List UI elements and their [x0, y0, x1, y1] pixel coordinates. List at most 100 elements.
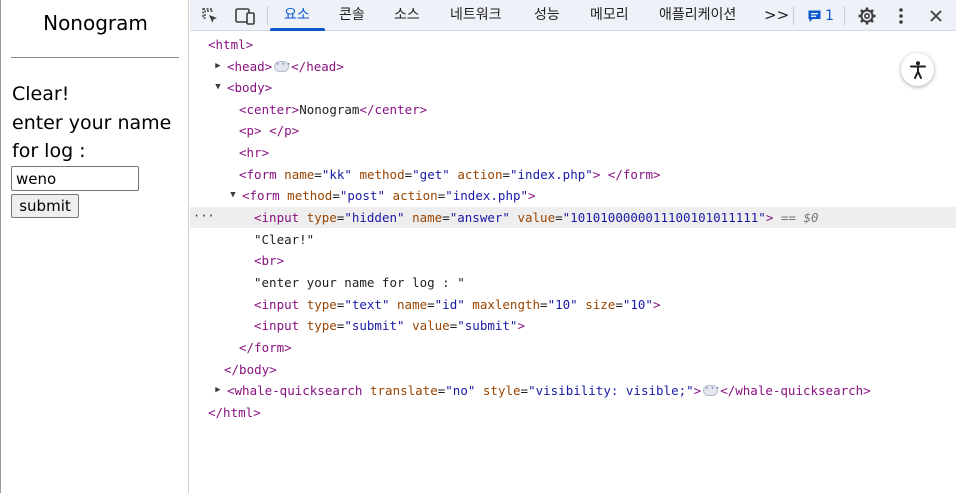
tag-end: > [765, 210, 774, 225]
attr-value: "index.php" [510, 167, 593, 182]
name-input[interactable] [11, 166, 139, 191]
collapsed-ellipsis-icon[interactable]: ··· [274, 61, 291, 72]
attr-name: name [284, 167, 315, 182]
tree-node-body[interactable]: ▼ <body> [190, 77, 956, 98]
issues-count: 1 [825, 7, 834, 24]
head-open-tag: <head> [227, 59, 273, 74]
close-icon[interactable] [925, 0, 947, 31]
log-prompt-line2: for log : [12, 140, 86, 162]
body-close-tag: </body> [224, 362, 277, 377]
form-close-tag: </form> [239, 340, 292, 355]
attr-value: "text" [344, 297, 390, 312]
tree-node-br[interactable]: <br> [190, 250, 956, 271]
tab-console[interactable]: 콘솔 [339, 0, 365, 31]
whale-close-tag: </whale-quicksearch> [720, 383, 871, 398]
page-title: Nonogram [43, 11, 148, 35]
form-close-tag: </form> [607, 167, 661, 182]
center-open-tag: <center> [239, 102, 300, 117]
submit-button[interactable]: submit [11, 194, 79, 218]
tree-node-whale-quicksearch[interactable]: ▶ <whale-quicksearch translate="no" styl… [190, 380, 956, 401]
tree-node-text-log[interactable]: "enter your name for log : " [190, 272, 956, 293]
tree-node-hr[interactable]: <hr> [190, 142, 956, 163]
html-open-tag: <html> [208, 37, 254, 52]
accessibility-icon[interactable] [901, 53, 934, 86]
tree-node-p[interactable]: <p> </p> [190, 120, 956, 141]
collapse-triangle-icon[interactable]: ▼ [212, 77, 224, 98]
tab-memory[interactable]: 메모리 [590, 0, 629, 31]
tree-node-html[interactable]: <html> [190, 34, 956, 55]
row-options-icon[interactable]: ··· [193, 207, 215, 228]
attr-name: value [412, 318, 450, 333]
log-prompt-line1: enter your name [12, 112, 172, 134]
more-tabs-icon[interactable]: >> [764, 0, 789, 31]
tree-node-form-close[interactable]: </form> [190, 337, 956, 358]
elements-tree: <html> ▶ <head> ···</head> ▼ <body> <cent… [190, 31, 956, 493]
attr-value: "answer" [449, 210, 510, 225]
form-open-tag: <form [239, 167, 277, 182]
devtools-panel: 요소 콘솔 소스 네트워크 성능 메모리 애플리케이션 >> 1 <html> … [190, 0, 956, 493]
tab-performance[interactable]: 성능 [534, 0, 560, 31]
collapse-triangle-icon[interactable]: ▼ [227, 185, 239, 206]
attr-name: method [287, 188, 333, 203]
attr-name: type [306, 318, 337, 333]
attr-value: "no" [445, 383, 476, 398]
clear-status-text: Clear! [12, 83, 70, 105]
collapsed-ellipsis-icon[interactable]: ··· [703, 385, 720, 396]
attr-name: action [392, 188, 438, 203]
toolbar-separator [267, 6, 268, 25]
attr-value: "kk" [321, 167, 352, 182]
tree-node-input-hidden[interactable]: ··· <input type="hidden" name="answer" v… [190, 207, 956, 228]
tree-node-text-clear[interactable]: "Clear!" [190, 229, 956, 250]
tab-elements[interactable]: 요소 [284, 0, 310, 31]
issues-icon [808, 10, 821, 22]
attr-value: "index.php" [445, 188, 529, 203]
toolbar-separator [844, 6, 845, 25]
attr-name: name [397, 297, 428, 312]
attr-name: size [585, 297, 616, 312]
issues-button[interactable]: 1 [807, 0, 834, 31]
head-close-tag: </head> [291, 59, 344, 74]
expand-triangle-icon[interactable]: ▶ [212, 56, 224, 77]
attr-name: style [482, 383, 521, 398]
tab-application[interactable]: 애플리케이션 [659, 0, 736, 31]
center-close-tag: </center> [359, 102, 428, 117]
tree-node-head[interactable]: ▶ <head> ···</head> [190, 56, 956, 77]
tree-node-form-get[interactable]: <form name="kk" method="get" action="ind… [190, 164, 956, 185]
form-open-tag: <form [242, 188, 280, 203]
tag-end: > [592, 167, 601, 182]
tab-network[interactable]: 네트워크 [450, 0, 502, 31]
inspect-element-icon[interactable] [198, 0, 222, 31]
tree-node-html-close[interactable]: </html> [190, 402, 956, 423]
text-node: "Clear!" [254, 232, 315, 247]
attr-name: action [457, 167, 503, 182]
tree-node-input-text[interactable]: <input type="text" name="id" maxlength="… [190, 294, 956, 315]
hr-tag: <hr> [239, 145, 270, 160]
tag-end: > [693, 383, 702, 398]
body-open-tag: <body> [227, 80, 273, 95]
input-open-tag: <input [254, 210, 300, 225]
text-node: "enter your name for log : " [254, 275, 465, 290]
kebab-menu-icon[interactable] [891, 0, 911, 31]
toolbar-separator [793, 6, 794, 25]
attr-value: "id" [434, 297, 465, 312]
device-toolbar-icon[interactable] [232, 0, 258, 31]
attr-name: translate [370, 383, 438, 398]
p-close-tag: </p> [269, 123, 300, 138]
expand-triangle-icon[interactable]: ▶ [212, 380, 224, 401]
input-open-tag: <input [254, 297, 300, 312]
attr-name: value [517, 210, 556, 225]
tree-node-input-submit[interactable]: <input type="submit" value="submit"> [190, 315, 956, 336]
tree-node-form-post[interactable]: ▼ <form method="post" action="index.php"… [190, 185, 956, 206]
answer-value: "1010100000011100101011111" [562, 210, 766, 225]
attr-name: name [412, 210, 443, 225]
settings-gear-icon[interactable] [855, 0, 879, 31]
page-divider [11, 57, 179, 58]
tab-sources[interactable]: 소스 [394, 0, 420, 31]
tree-node-body-close[interactable]: </body> [190, 359, 956, 380]
attr-value: "get" [412, 167, 450, 182]
attr-name: type [306, 210, 337, 225]
tag-end: > [652, 297, 661, 312]
attr-value: "visibility: visible;" [528, 383, 694, 398]
attr-value: "10" [547, 297, 578, 312]
tree-node-center[interactable]: <center>Nonogram</center> [190, 99, 956, 120]
